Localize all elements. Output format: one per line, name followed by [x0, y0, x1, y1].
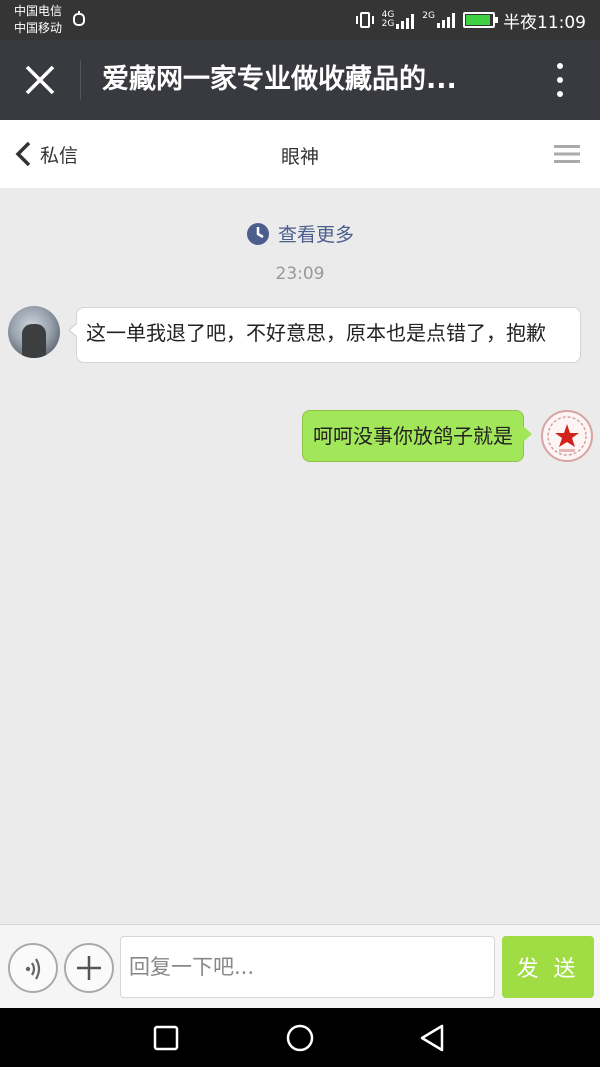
- close-icon[interactable]: [18, 60, 62, 100]
- message-bubble-sent: 呵呵没事你放鸽子就是: [302, 410, 532, 462]
- status-bar: 中国电信 中国移动 4G 2G 2G 半夜11:09: [0, 0, 600, 40]
- title-bar: 爱藏网一家专业做收藏品的...: [0, 40, 600, 120]
- back-nav-icon[interactable]: [414, 1020, 450, 1056]
- battery-icon: [463, 12, 498, 28]
- plus-icon: [77, 956, 101, 980]
- page-header: 私信 眼神: [0, 120, 600, 188]
- page-title: 眼神: [280, 146, 319, 168]
- avatar[interactable]: [8, 306, 60, 358]
- load-more-link[interactable]: 查看更多: [0, 220, 600, 247]
- clock-icon: [246, 222, 269, 245]
- signal-bars-2-icon: [437, 12, 455, 28]
- carrier-2-label: 中国移动: [14, 21, 63, 35]
- reply-input[interactable]: [120, 936, 495, 998]
- load-more-label: 查看更多: [277, 224, 354, 246]
- vibrate-icon: [355, 12, 374, 28]
- notification-icon: [73, 11, 85, 26]
- input-bar: 发 送: [0, 924, 600, 1008]
- system-nav-bar: [0, 1008, 600, 1067]
- avatar[interactable]: [541, 410, 593, 462]
- status-time: 半夜11:09: [503, 12, 586, 33]
- network-2-label: 2G: [381, 19, 395, 29]
- signal-bars-1-icon: [396, 13, 415, 29]
- message-timestamp: 23:09: [275, 264, 325, 284]
- voice-button[interactable]: [8, 943, 58, 993]
- hamburger-menu-icon[interactable]: [554, 144, 580, 164]
- carrier-1-label: 中国电信: [14, 4, 63, 18]
- signal-2: 2G: [422, 12, 455, 28]
- message-bubble-received: 这一单我退了吧，不好意思，原本也是点错了，抱歉: [68, 307, 581, 363]
- title-divider: [80, 60, 81, 100]
- network-3-label: 2G: [422, 11, 435, 21]
- add-button[interactable]: [64, 943, 114, 993]
- recent-apps-icon[interactable]: [148, 1020, 184, 1056]
- window-title: 爱藏网一家专业做收藏品的...: [102, 64, 457, 95]
- voice-icon: [25, 958, 41, 980]
- home-icon[interactable]: [282, 1020, 318, 1056]
- signal-1: 4G 2G: [382, 11, 415, 29]
- status-icons: 4G 2G 2G 半夜11:09: [355, 0, 586, 40]
- more-vertical-icon[interactable]: [550, 62, 570, 98]
- carrier-info: 中国电信 中国移动: [14, 3, 62, 37]
- send-button[interactable]: 发 送: [502, 936, 594, 998]
